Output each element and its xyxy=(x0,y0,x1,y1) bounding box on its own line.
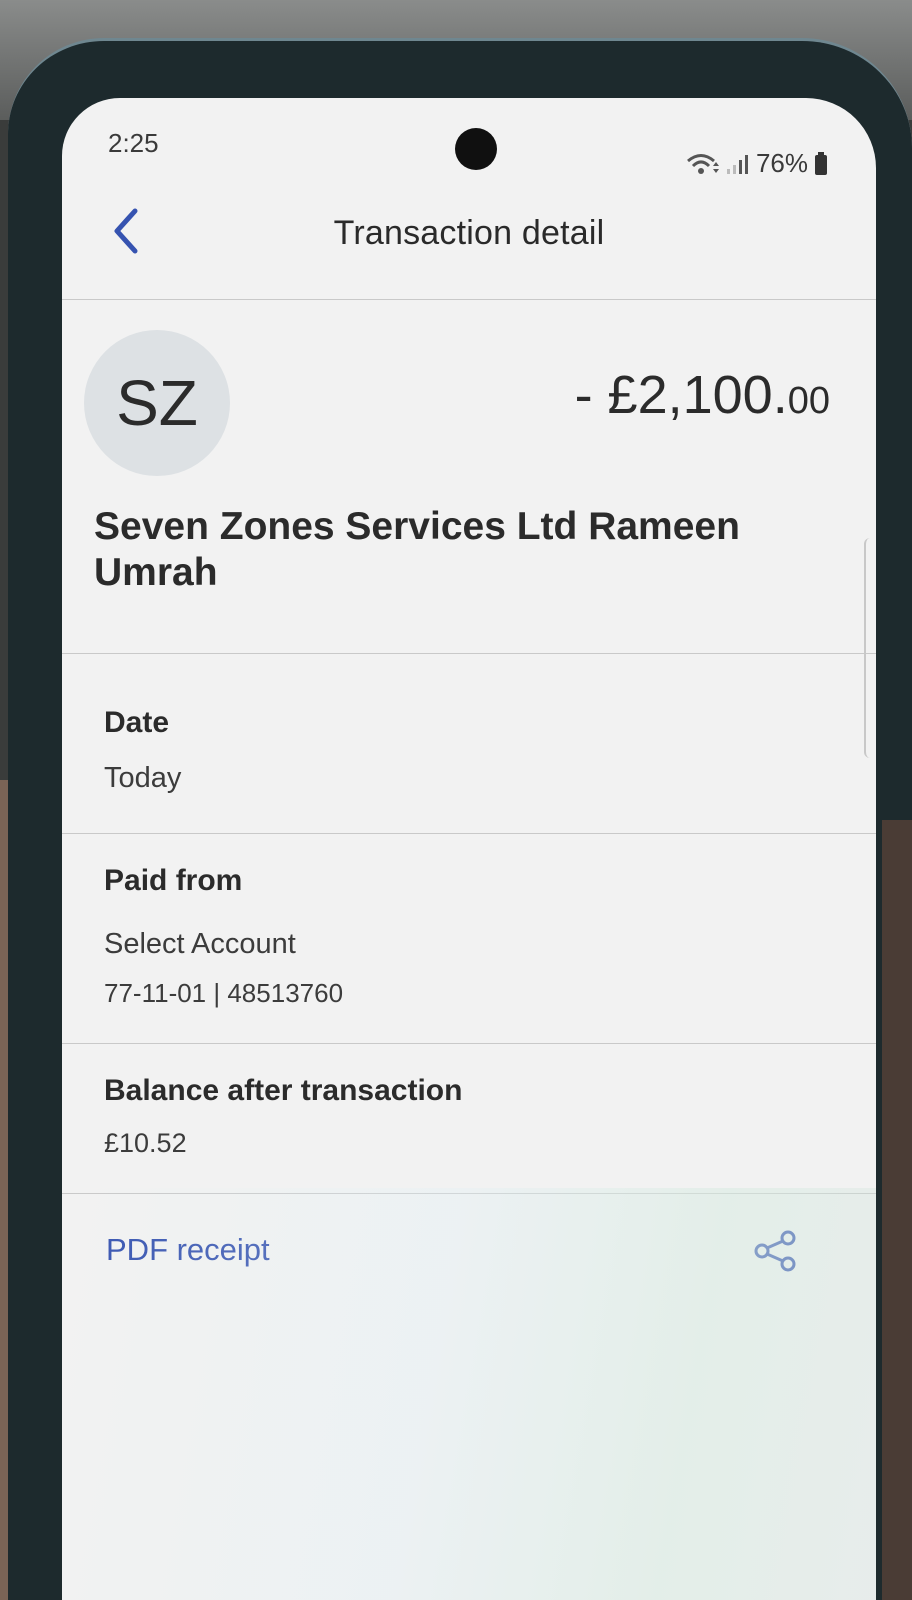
balance-section: Balance after transaction £10.52 xyxy=(62,1044,876,1194)
transaction-amount: - £2,100.00 xyxy=(575,364,830,426)
camera-cutout xyxy=(455,128,497,170)
balance-value: £10.52 xyxy=(104,1128,187,1158)
status-bar: 2:25 76% xyxy=(62,98,876,178)
paid-from-account-number: 77-11-01 | 48513760 xyxy=(104,978,344,1008)
balance-label: Balance after transaction xyxy=(104,1074,463,1107)
wifi-icon xyxy=(686,152,720,176)
payee-name: Seven Zones Services Ltd Rameen Umrah xyxy=(94,505,740,594)
date-label: Date xyxy=(104,706,170,739)
signal-icon xyxy=(726,153,750,175)
status-time: 2:25 xyxy=(108,128,159,158)
amount-main: - £2,100. xyxy=(574,365,788,425)
battery-percent: 76% xyxy=(755,148,808,178)
transaction-summary: SZ - £2,100.00 Seven Zones Services Ltd … xyxy=(62,324,876,654)
receipt-row: PDF receipt xyxy=(62,1194,876,1314)
battery-icon xyxy=(814,151,828,176)
app-header: Transaction detail xyxy=(62,190,876,300)
date-section: Date Today xyxy=(62,654,876,834)
hand-right xyxy=(882,820,912,1600)
date-value: Today xyxy=(104,762,182,794)
payee-avatar: SZ xyxy=(84,330,230,476)
status-icons: 76% xyxy=(686,148,828,179)
phone-screen: 2:25 76% Transaction detail SZ - £2,100.… xyxy=(62,98,876,1600)
paid-from-account: Select Account xyxy=(104,928,296,960)
paid-from-section: Paid from Select Account 77-11-01 | 4851… xyxy=(62,834,876,1044)
amount-pence: 00 xyxy=(787,380,830,422)
pdf-receipt-link[interactable]: PDF receipt xyxy=(106,1232,270,1268)
page-title: Transaction detail xyxy=(333,214,605,252)
scroll-indicator[interactable] xyxy=(864,538,876,758)
share-icon[interactable] xyxy=(752,1228,798,1274)
paid-from-label: Paid from xyxy=(104,864,243,897)
